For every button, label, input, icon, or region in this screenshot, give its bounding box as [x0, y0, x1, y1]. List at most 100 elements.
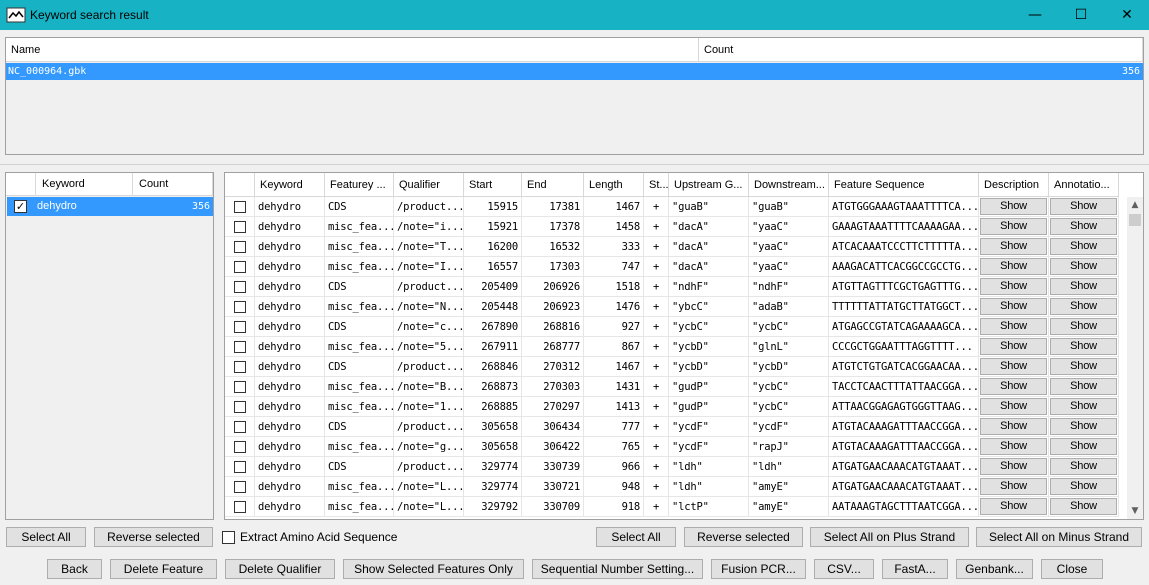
- file-row[interactable]: NC_000964.gbk 356: [6, 63, 1143, 80]
- show-description-button[interactable]: Show: [980, 458, 1047, 475]
- file-list[interactable]: Name Count NC_000964.gbk 356: [5, 37, 1144, 155]
- show-annotation-button[interactable]: Show: [1050, 318, 1117, 335]
- file-name-header[interactable]: Name: [6, 38, 699, 62]
- show-description-button[interactable]: Show: [980, 218, 1047, 235]
- show-annotation-button[interactable]: Show: [1050, 358, 1117, 375]
- show-description-button[interactable]: Show: [980, 418, 1047, 435]
- table-row[interactable]: dehydro CDS/product... 205409 206926 1518 + "n…: [225, 277, 1125, 297]
- table-row[interactable]: dehydro CDS/note="c... 267890 268816 927 + "yc…: [225, 317, 1125, 337]
- show-description-button[interactable]: Show: [980, 258, 1047, 275]
- close-button[interactable]: Close: [1041, 559, 1103, 579]
- show-annotation-button[interactable]: Show: [1050, 378, 1117, 395]
- panel-separator[interactable]: [0, 164, 1149, 165]
- show-description-button[interactable]: Show: [980, 338, 1047, 355]
- show-annotation-button[interactable]: Show: [1050, 258, 1117, 275]
- show-annotation-button[interactable]: Show: [1050, 298, 1117, 315]
- show-description-button[interactable]: Show: [980, 358, 1047, 375]
- row-checkbox[interactable]: [234, 201, 246, 213]
- scroll-thumb[interactable]: [1129, 214, 1141, 226]
- keyword-header[interactable]: Keyword: [36, 173, 133, 196]
- show-annotation-button[interactable]: Show: [1050, 398, 1117, 415]
- keyword-count-header[interactable]: Count: [133, 173, 213, 196]
- show-annotation-button[interactable]: Show: [1050, 438, 1117, 455]
- table-row[interactable]: dehydro CDS/product... 268846 270312 1467 + "y…: [225, 357, 1125, 377]
- row-checkbox[interactable]: [234, 321, 246, 333]
- keyword-reverse-selected-button[interactable]: Reverse selected: [94, 527, 213, 547]
- show-description-button[interactable]: Show: [980, 278, 1047, 295]
- row-checkbox[interactable]: [234, 441, 246, 453]
- keyword-checkbox[interactable]: ✓: [14, 200, 27, 213]
- table-row[interactable]: dehydro CDS/product... 305658 306434 777 + "yc…: [225, 417, 1125, 437]
- show-description-button[interactable]: Show: [980, 298, 1047, 315]
- row-checkbox[interactable]: [234, 381, 246, 393]
- delete-qualifier-button[interactable]: Delete Qualifier: [225, 559, 335, 579]
- show-annotation-button[interactable]: Show: [1050, 338, 1117, 355]
- results-table[interactable]: Keyword Featurey ... Qualifier Start End Leng…: [224, 172, 1144, 520]
- csv-button[interactable]: CSV...: [814, 559, 874, 579]
- row-checkbox[interactable]: [234, 501, 246, 513]
- show-annotation-button[interactable]: Show: [1050, 498, 1117, 515]
- show-annotation-button[interactable]: Show: [1050, 458, 1117, 475]
- fasta-button[interactable]: FastA...: [882, 559, 948, 579]
- genbank-button[interactable]: Genbank...: [956, 559, 1033, 579]
- table-row[interactable]: dehydro misc_fea.../note="N... 205448 20692…: [225, 297, 1125, 317]
- show-description-button[interactable]: Show: [980, 398, 1047, 415]
- show-description-button[interactable]: Show: [980, 238, 1047, 255]
- select-plus-strand-button[interactable]: Select All on Plus Strand: [810, 527, 969, 547]
- column-header-5[interactable]: End: [522, 173, 584, 197]
- select-minus-strand-button[interactable]: Select All on Minus Strand: [976, 527, 1142, 547]
- table-row[interactable]: dehydro misc_fea.../note="1... 268885 27029…: [225, 397, 1125, 417]
- vertical-scrollbar[interactable]: ▲ ▼: [1127, 197, 1143, 519]
- column-header-1[interactable]: Keyword: [255, 173, 325, 197]
- column-header-4[interactable]: Start: [464, 173, 522, 197]
- row-checkbox[interactable]: [234, 401, 246, 413]
- show-description-button[interactable]: Show: [980, 378, 1047, 395]
- show-annotation-button[interactable]: Show: [1050, 478, 1117, 495]
- table-row[interactable]: dehydro misc_fea.../note="L... 329792 33070…: [225, 497, 1125, 517]
- delete-feature-button[interactable]: Delete Feature: [110, 559, 217, 579]
- column-header-3[interactable]: Qualifier: [394, 173, 464, 197]
- row-checkbox[interactable]: [234, 461, 246, 473]
- table-row[interactable]: dehydro CDS/product... 15915 17381 1467 + "gua…: [225, 197, 1125, 217]
- extract-amino-acid-option[interactable]: Extract Amino Acid Sequence: [222, 528, 397, 546]
- table-row[interactable]: dehydro misc_fea.../note="B... 268873 27030…: [225, 377, 1125, 397]
- show-description-button[interactable]: Show: [980, 498, 1047, 515]
- back-button[interactable]: Back: [47, 559, 102, 579]
- table-row[interactable]: dehydro misc_fea.../note="T... 16200 16532 3…: [225, 237, 1125, 257]
- row-checkbox[interactable]: [234, 301, 246, 313]
- row-checkbox[interactable]: [234, 261, 246, 273]
- result-select-all-button[interactable]: Select All: [596, 527, 676, 547]
- row-checkbox[interactable]: [234, 361, 246, 373]
- row-checkbox[interactable]: [234, 421, 246, 433]
- column-header-7[interactable]: St...: [644, 173, 669, 197]
- table-row[interactable]: dehydro misc_fea.../note="L... 329774 33072…: [225, 477, 1125, 497]
- fusion-pcr-button[interactable]: Fusion PCR...: [711, 559, 806, 579]
- column-header-10[interactable]: Feature Sequence: [829, 173, 979, 197]
- table-row[interactable]: dehydro misc_fea.../note="5... 267911 26877…: [225, 337, 1125, 357]
- row-checkbox[interactable]: [234, 281, 246, 293]
- show-annotation-button[interactable]: Show: [1050, 218, 1117, 235]
- show-description-button[interactable]: Show: [980, 478, 1047, 495]
- show-annotation-button[interactable]: Show: [1050, 418, 1117, 435]
- close-window-button[interactable]: ✕: [1104, 0, 1149, 30]
- row-checkbox[interactable]: [234, 481, 246, 493]
- column-header-8[interactable]: Upstream G...: [669, 173, 749, 197]
- row-checkbox[interactable]: [234, 221, 246, 233]
- column-header-6[interactable]: Length: [584, 173, 644, 197]
- column-header-12[interactable]: Annotatio...: [1049, 173, 1119, 197]
- maximize-button[interactable]: ☐: [1058, 0, 1104, 30]
- show-description-button[interactable]: Show: [980, 438, 1047, 455]
- row-checkbox[interactable]: [234, 341, 246, 353]
- column-header-2[interactable]: Featurey ...: [325, 173, 394, 197]
- row-checkbox[interactable]: [234, 241, 246, 253]
- scroll-down-icon[interactable]: ▼: [1127, 503, 1143, 519]
- keyword-row[interactable]: ✓ dehydro 356: [7, 197, 213, 216]
- show-annotation-button[interactable]: Show: [1050, 198, 1117, 215]
- file-count-header[interactable]: Count: [699, 38, 1143, 62]
- keyword-check-header[interactable]: [6, 173, 36, 196]
- show-selected-features-button[interactable]: Show Selected Features Only: [343, 559, 524, 579]
- column-header-11[interactable]: Description: [979, 173, 1049, 197]
- show-description-button[interactable]: Show: [980, 198, 1047, 215]
- table-row[interactable]: dehydro misc_fea.../note="I... 16557 17303 7…: [225, 257, 1125, 277]
- keyword-select-all-button[interactable]: Select All: [6, 527, 86, 547]
